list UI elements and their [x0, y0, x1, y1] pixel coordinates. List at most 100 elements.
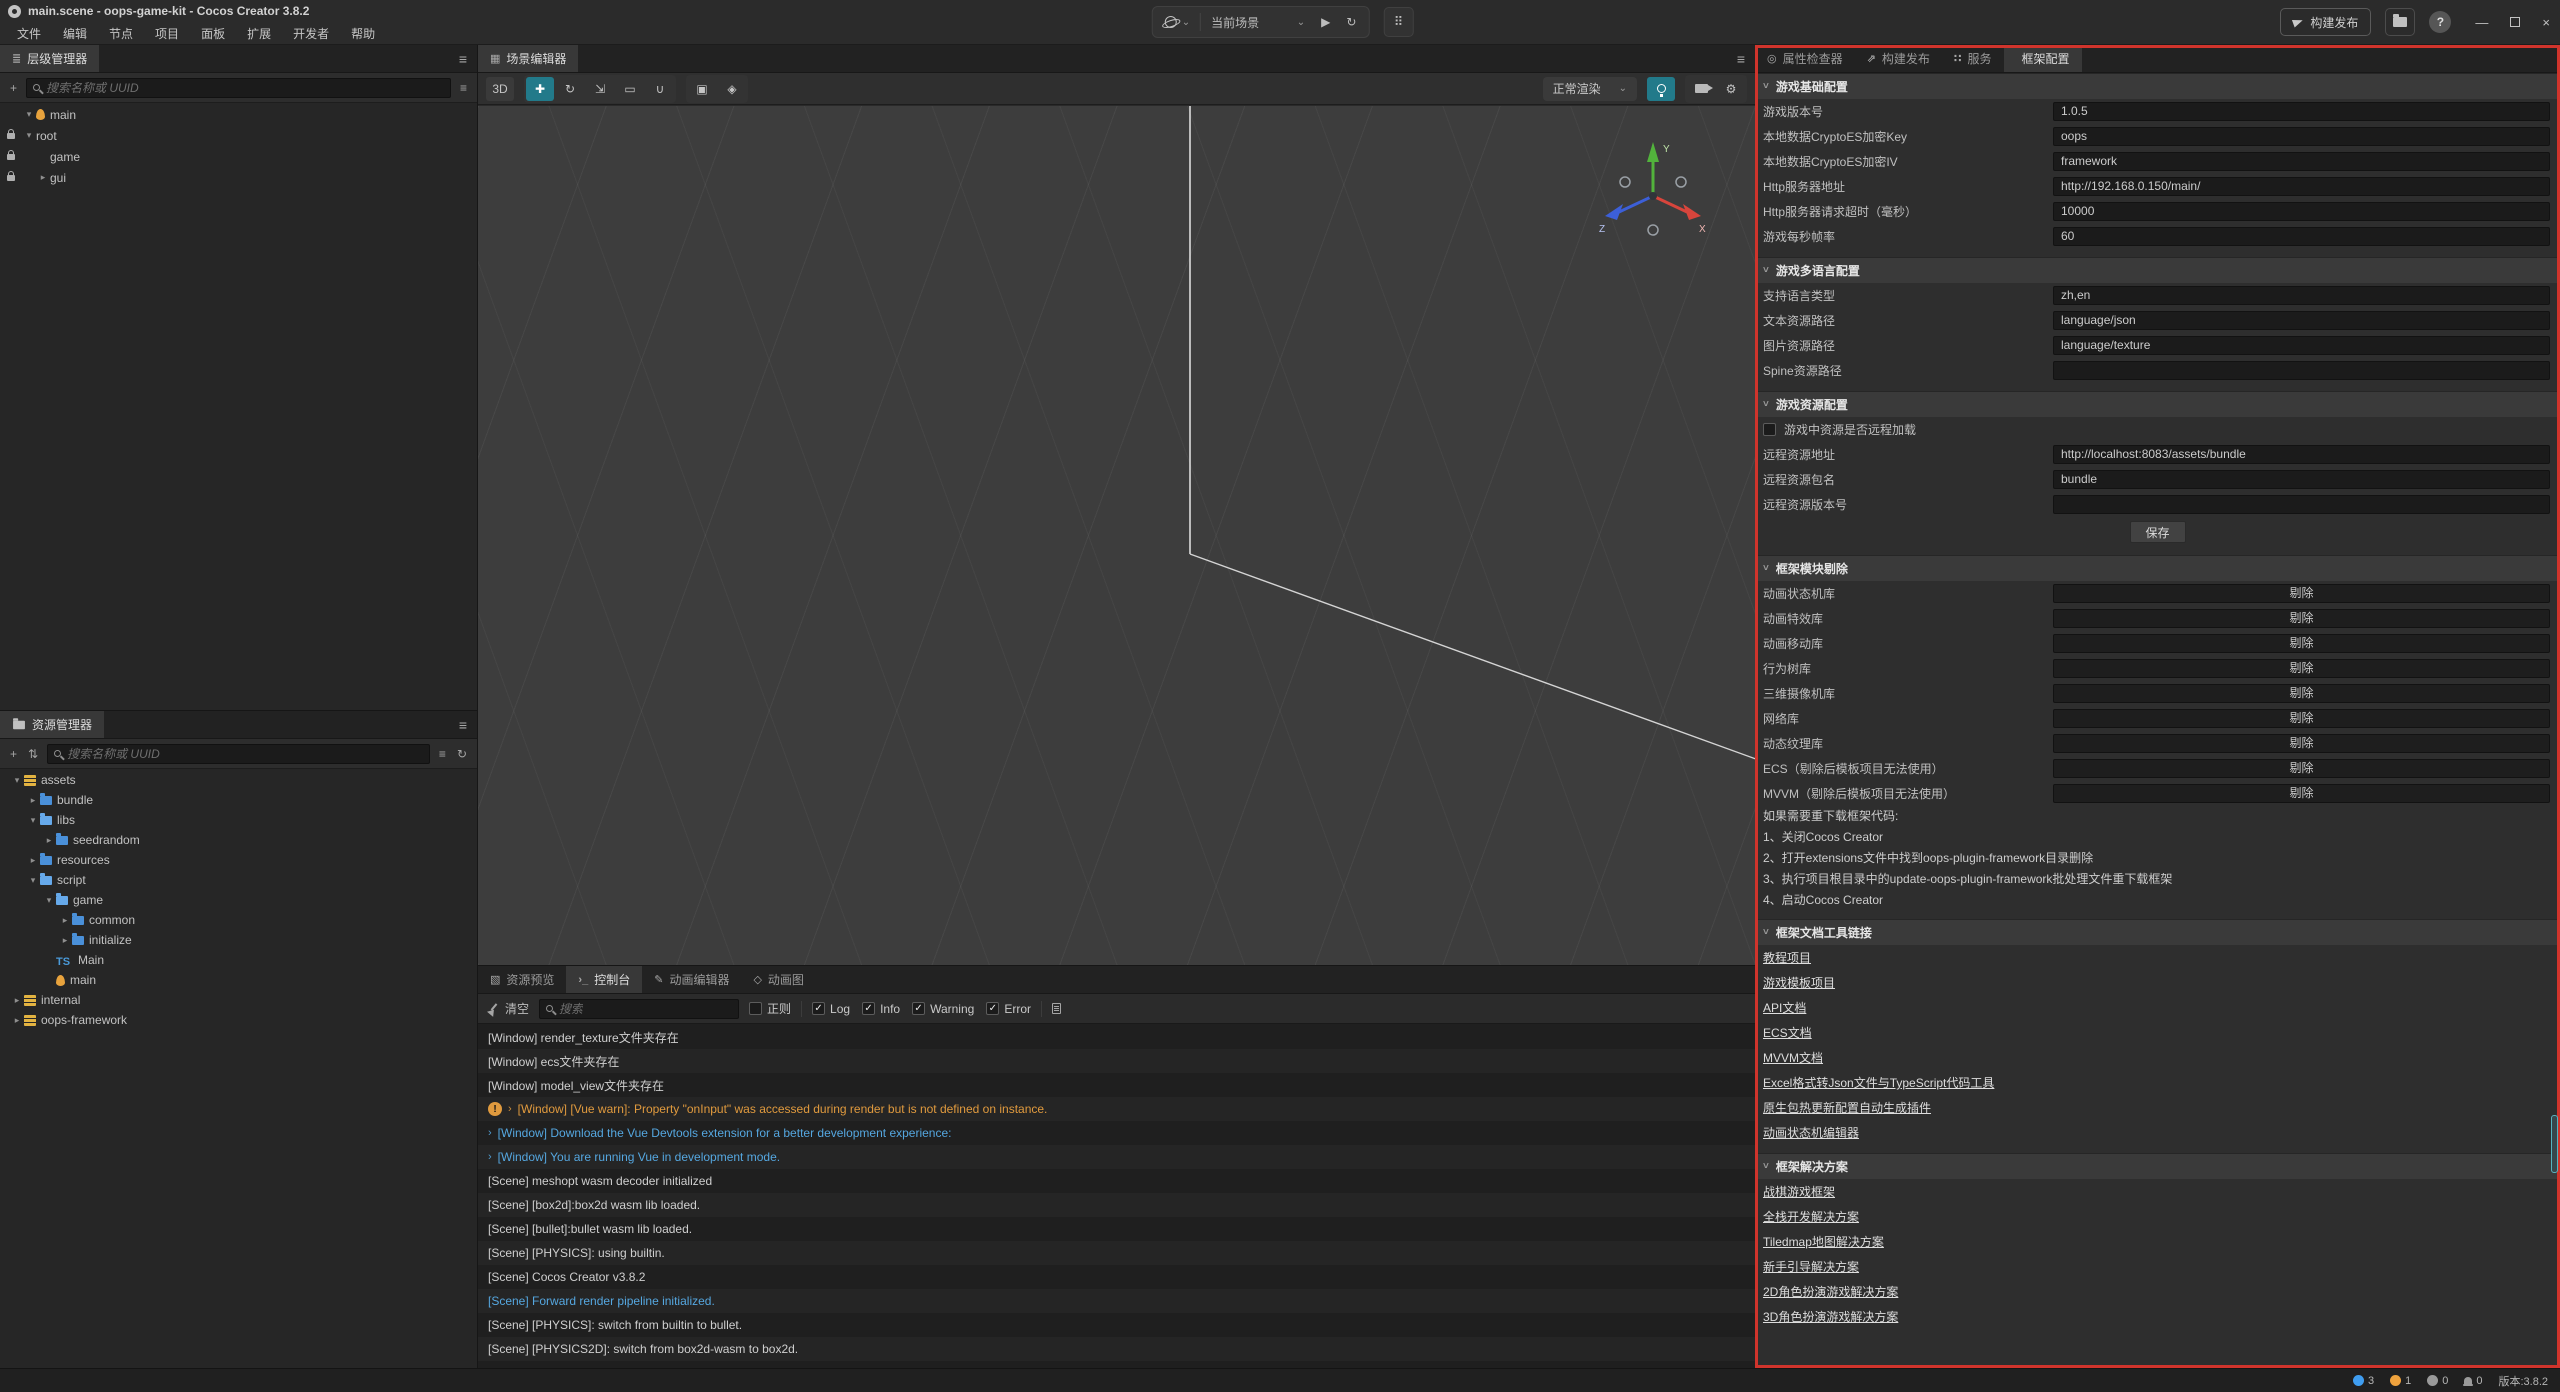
expand-chevron-icon[interactable]: ▾	[26, 875, 40, 886]
text-input[interactable]: 10000	[2053, 202, 2550, 221]
solution-link[interactable]: Tiledmap地图解决方案	[1763, 1233, 1884, 1250]
sort-assets-button[interactable]: ⇅	[26, 747, 40, 761]
expand-chevron-icon[interactable]: ▾	[22, 109, 36, 120]
console-tab[interactable]: ◇ 动画图	[741, 966, 815, 993]
move-tool-button[interactable]: ✚	[526, 77, 554, 101]
notification-counter[interactable]: 0	[2464, 1375, 2482, 1387]
doc-link[interactable]: 原生包热更新配置自动生成插件	[1763, 1099, 1931, 1116]
asset-node[interactable]: ▸ seedrandom	[0, 830, 477, 850]
inspector-tab[interactable]: 框架配置	[2004, 45, 2082, 72]
open-log-file-button[interactable]	[1052, 1003, 1061, 1014]
filter-type-button[interactable]: ≡	[458, 81, 469, 95]
section-header[interactable]: ˅ 游戏资源配置	[1755, 391, 2560, 417]
text-input[interactable]: 60	[2053, 227, 2550, 246]
checkbox-checked[interactable]: ✓	[986, 1002, 999, 1015]
checkbox-checked[interactable]: ✓	[862, 1002, 875, 1015]
menu-item[interactable]: 扩展	[238, 23, 280, 44]
scene-camera-button[interactable]	[1687, 77, 1715, 101]
section-header[interactable]: ˅ 游戏基础配置	[1755, 73, 2560, 99]
filter-assets-button[interactable]: ≡	[437, 747, 448, 761]
build-publish-button[interactable]: 构建发布	[2280, 8, 2371, 36]
scrollbar-thumb[interactable]	[2551, 1115, 2558, 1173]
section-header[interactable]: ˅ 框架模块剔除	[1755, 555, 2560, 581]
delete-module-button[interactable]: 剔除	[2053, 659, 2550, 678]
solution-link[interactable]: 2D角色扮演游戏解决方案	[1763, 1283, 1898, 1300]
hierarchy-search-input[interactable]: 搜索名称或 UUID	[26, 78, 451, 98]
delete-module-button[interactable]: 剔除	[2053, 784, 2550, 803]
checkbox-checked[interactable]: ✓	[912, 1002, 925, 1015]
regex-checkbox[interactable]: 正则	[749, 1000, 791, 1017]
warning-counter[interactable]: 1	[2390, 1375, 2411, 1387]
assets-search-input[interactable]: 搜索名称或 UUID	[47, 744, 430, 764]
section-header[interactable]: ˅ 游戏多语言配置	[1755, 257, 2560, 283]
expand-chevron-icon[interactable]: ▸	[36, 172, 50, 183]
text-input[interactable]: http://192.168.0.150/main/	[2053, 177, 2550, 196]
scene-settings-button[interactable]: ⚙	[1717, 77, 1745, 101]
delete-module-button[interactable]: 剔除	[2053, 759, 2550, 778]
asset-node[interactable]: ▸ common	[0, 910, 477, 930]
refresh-assets-button[interactable]: ↻	[455, 747, 469, 761]
expand-chevron-icon[interactable]: ›	[508, 1103, 512, 1115]
doc-link[interactable]: ECS文档	[1763, 1024, 1812, 1041]
save-button[interactable]: 保存	[2130, 521, 2186, 543]
asset-node[interactable]: ▸ initialize	[0, 930, 477, 950]
panel-menu-button[interactable]: ≡	[449, 45, 477, 72]
create-asset-button[interactable]: +	[8, 747, 19, 761]
lighting-toggle-button[interactable]	[1647, 77, 1675, 101]
panel-menu-button[interactable]: ≡	[1727, 45, 1755, 72]
asset-node[interactable]: ▸ bundle	[0, 790, 477, 810]
text-input[interactable]: oops	[2053, 127, 2550, 146]
hierarchy-node[interactable]: ▾ root	[0, 125, 477, 146]
preview-qr-button[interactable]: ⠿	[1383, 7, 1413, 37]
expand-chevron-icon[interactable]: ›	[488, 1127, 492, 1139]
console-message-row[interactable]: ! › [Window] Download the Vue Devtools e…	[478, 1121, 1755, 1145]
checkbox-unchecked[interactable]	[749, 1002, 762, 1015]
solution-link[interactable]: 全栈开发解决方案	[1763, 1208, 1859, 1225]
delete-module-button[interactable]: 剔除	[2053, 734, 2550, 753]
section-header[interactable]: ˅ 框架解决方案	[1755, 1153, 2560, 1179]
console-search-input[interactable]: 搜索	[539, 999, 739, 1019]
console-message-row[interactable]: ! › [Scene] Forward render pipeline init…	[478, 1289, 1755, 1313]
render-mode-select[interactable]: 正常渲染 ⌄	[1543, 77, 1637, 101]
scale-tool-button[interactable]: ⇲	[586, 77, 614, 101]
expand-chevron-icon[interactable]: ▾	[26, 815, 40, 826]
inspector-tab[interactable]: ∷ 服务	[1942, 45, 2004, 72]
inspector-tab[interactable]: ⇗ 构建发布	[1855, 45, 1942, 72]
text-input[interactable]: bundle	[2053, 470, 2550, 489]
console-message-row[interactable]: ! › [Scene] meshopt wasm decoder initial…	[478, 1169, 1755, 1193]
doc-link[interactable]: 动画状态机编辑器	[1763, 1124, 1859, 1141]
text-input[interactable]: language/texture	[2053, 336, 2550, 355]
solution-link[interactable]: 新手引导解决方案	[1763, 1258, 1859, 1275]
menu-item[interactable]: 开发者	[284, 23, 338, 44]
tab-assets[interactable]: 资源管理器	[0, 711, 104, 738]
doc-link[interactable]: 游戏模板项目	[1763, 974, 1835, 991]
create-node-button[interactable]: +	[8, 81, 19, 95]
hierarchy-node[interactable]: ▾ main	[0, 104, 477, 125]
expand-chevron-icon[interactable]: ▾	[22, 130, 36, 141]
expand-chevron-icon[interactable]: ▾	[10, 775, 24, 786]
delete-module-button[interactable]: 剔除	[2053, 709, 2550, 728]
section-header[interactable]: ˅ 框架文档工具链接	[1755, 919, 2560, 945]
menu-item[interactable]: 文件	[8, 23, 50, 44]
asset-node[interactable]: main	[0, 970, 477, 990]
console-message-row[interactable]: ! › [Window] [Vue warn]: Property "onInp…	[478, 1097, 1755, 1121]
expand-chevron-icon[interactable]: ▸	[42, 835, 56, 846]
scene-viewport[interactable]: Y X Z	[478, 106, 1755, 965]
hierarchy-node[interactable]: ▸ gui	[0, 167, 477, 188]
delete-module-button[interactable]: 剔除	[2053, 584, 2550, 603]
play-button[interactable]: ▶	[1313, 9, 1338, 35]
text-input[interactable]	[2053, 495, 2550, 514]
menu-item[interactable]: 帮助	[342, 23, 384, 44]
tab-hierarchy[interactable]: ≣ 层级管理器	[0, 45, 99, 72]
close-button[interactable]: ×	[2542, 15, 2550, 30]
console-message-row[interactable]: ! › [Scene] [PHYSICS2D]: switch from box…	[478, 1337, 1755, 1361]
console-message-row[interactable]: ! › [Window] render_texture文件夹存在	[478, 1025, 1755, 1049]
rect-tool-button[interactable]: ▭	[616, 77, 644, 101]
panel-menu-button[interactable]: ≡	[449, 711, 477, 738]
asset-node[interactable]: ▸ oops-framework	[0, 1010, 477, 1030]
log-filter-checkbox[interactable]: ✓ Warning	[912, 1002, 974, 1016]
help-button[interactable]: ?	[2429, 11, 2451, 33]
inspector-tab[interactable]: ◎ 属性检查器	[1755, 45, 1855, 72]
tab-scene-editor[interactable]: ▦ 场景编辑器	[478, 45, 578, 72]
text-input[interactable]	[2053, 361, 2550, 380]
